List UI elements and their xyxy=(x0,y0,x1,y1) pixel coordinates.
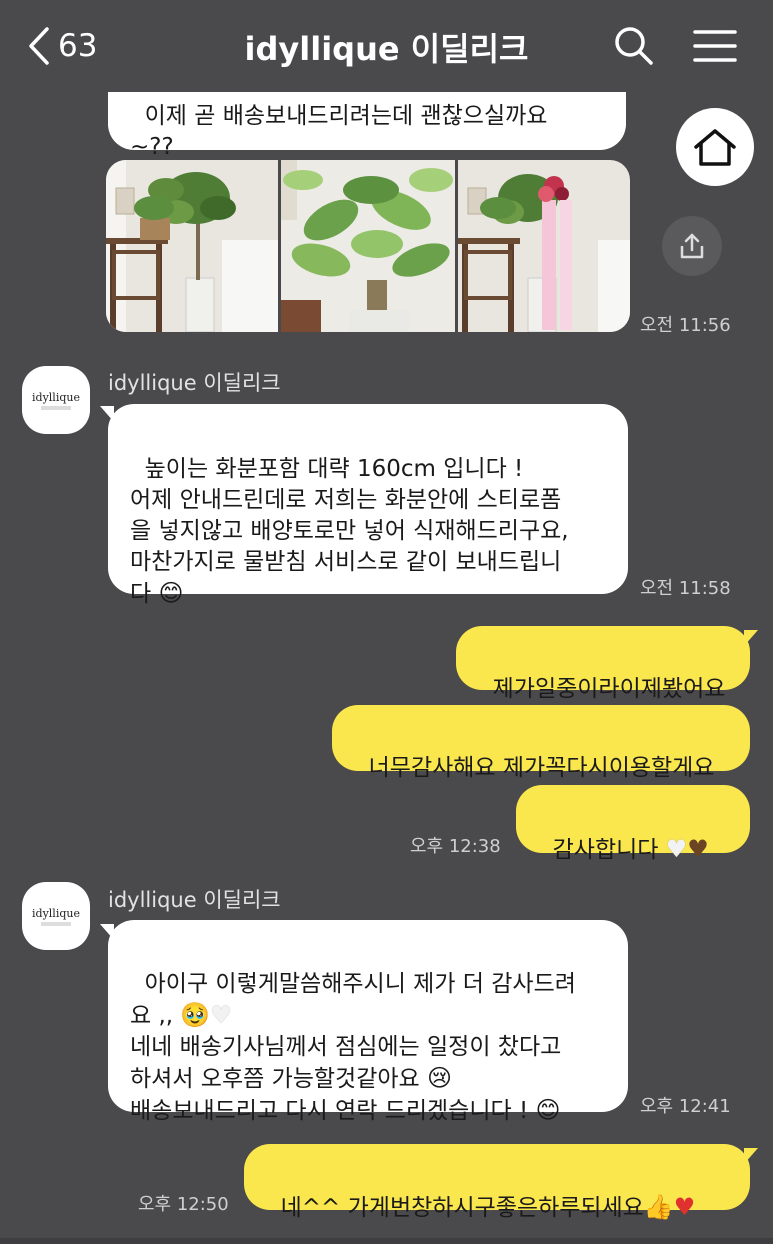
message-time: 오전 11:58 xyxy=(640,578,731,599)
plant-photo-2[interactable] xyxy=(281,160,455,332)
thumbs-up-emoji: 👍 xyxy=(643,1193,674,1221)
white-heart-emoji: ♥ xyxy=(210,1001,232,1029)
avatar-logo-text: idyllique xyxy=(32,390,80,404)
my-message-bubble: 감사합니다 ♥♥ xyxy=(516,785,750,863)
chevron-left-icon xyxy=(29,27,49,65)
sender-name: idyllique 이딜리크 xyxy=(108,888,281,912)
bubble-tail xyxy=(744,630,758,646)
white-heart-emoji: ♥ xyxy=(665,835,688,863)
delivery-question-text: 이제 곧 배송보내드리려는데 괜찮으실까요 ~?? xyxy=(130,103,548,160)
message-bubble: 높이는 화분포함 대략 160cm 입니다 ! 어제 안내드린데로 저희는 화분… xyxy=(108,404,628,607)
sender-name: idyllique 이딜리크 xyxy=(108,371,281,395)
avatar-logo-text: idyllique xyxy=(32,906,80,920)
my-message-bubble: 제가일중이라이제봤어요 xyxy=(456,626,750,702)
avatar-subline xyxy=(41,921,71,926)
home-button[interactable] xyxy=(676,108,754,186)
my-message-bubble: 네^^ 가게번창하시구좋은하루되세요👍♥ xyxy=(244,1144,750,1221)
message-text: 제가일중이라이제봤어요 xyxy=(492,676,726,702)
avatar-subline xyxy=(41,405,71,410)
home-icon xyxy=(694,129,736,166)
plant-photo-1[interactable] xyxy=(106,160,278,332)
message-time: 오후 12:41 xyxy=(640,1096,731,1117)
bubble-tail xyxy=(744,1148,758,1164)
share-icon xyxy=(680,233,704,259)
pleading-face-emoji: 🥹 xyxy=(180,1001,211,1029)
message-time: 오전 11:56 xyxy=(640,315,731,336)
menu-button[interactable] xyxy=(692,26,738,66)
search-icon xyxy=(615,27,653,65)
message-time: 오후 12:50 xyxy=(138,1194,229,1215)
share-button[interactable] xyxy=(662,216,722,276)
search-button[interactable] xyxy=(612,24,656,68)
crying-face-emoji: 😢 xyxy=(427,1064,453,1092)
message-text: 네네 배송기사님께서 점심에는 일정이 찼다고 하셔서 오후쯤 가능할것같아요 xyxy=(130,1034,562,1092)
message-time: 오후 12:38 xyxy=(410,836,501,857)
message-text: 감사합니다 xyxy=(552,837,666,863)
back-button[interactable]: 63 xyxy=(28,24,97,68)
message-text: 배송보내드리고 다시 연락 드리겠습니다 ! xyxy=(130,1098,529,1124)
smile-emoji: 😊 xyxy=(535,1096,561,1124)
hamburger-menu-icon xyxy=(693,30,737,62)
red-heart-emoji: ♥ xyxy=(673,1193,696,1221)
message-text: 높이는 화분포함 대략 160cm 입니다 ! 어제 안내드린데로 저희는 화분… xyxy=(130,456,569,607)
message-text: 네^^ 가게번창하시구좋은하루되세요 xyxy=(280,1195,644,1221)
input-bar-edge xyxy=(0,1238,773,1244)
avatar[interactable]: idyllique xyxy=(22,882,90,950)
my-message-bubble: 너무감사해요 제가꼭다시이용할게요 xyxy=(332,705,750,781)
smile-emoji: 😊 xyxy=(158,579,184,607)
brown-heart-emoji: ♥ xyxy=(687,835,709,863)
avatar[interactable]: idyllique xyxy=(22,366,90,434)
unread-count: 63 xyxy=(58,28,98,64)
chat-title: idyllique 이딜리크 xyxy=(244,30,529,68)
message-text: 너무감사해요 제가꼭다시이용할게요 xyxy=(368,755,715,781)
message-bubble: 아이구 이렇게말씀해주시니 제가 더 감사드려 요 ,, 🥹♥ 네네 배송기사님… xyxy=(108,920,628,1124)
chat-header: 63 idyllique 이딜리크 xyxy=(0,0,773,92)
plant-photo-3[interactable] xyxy=(458,160,630,332)
